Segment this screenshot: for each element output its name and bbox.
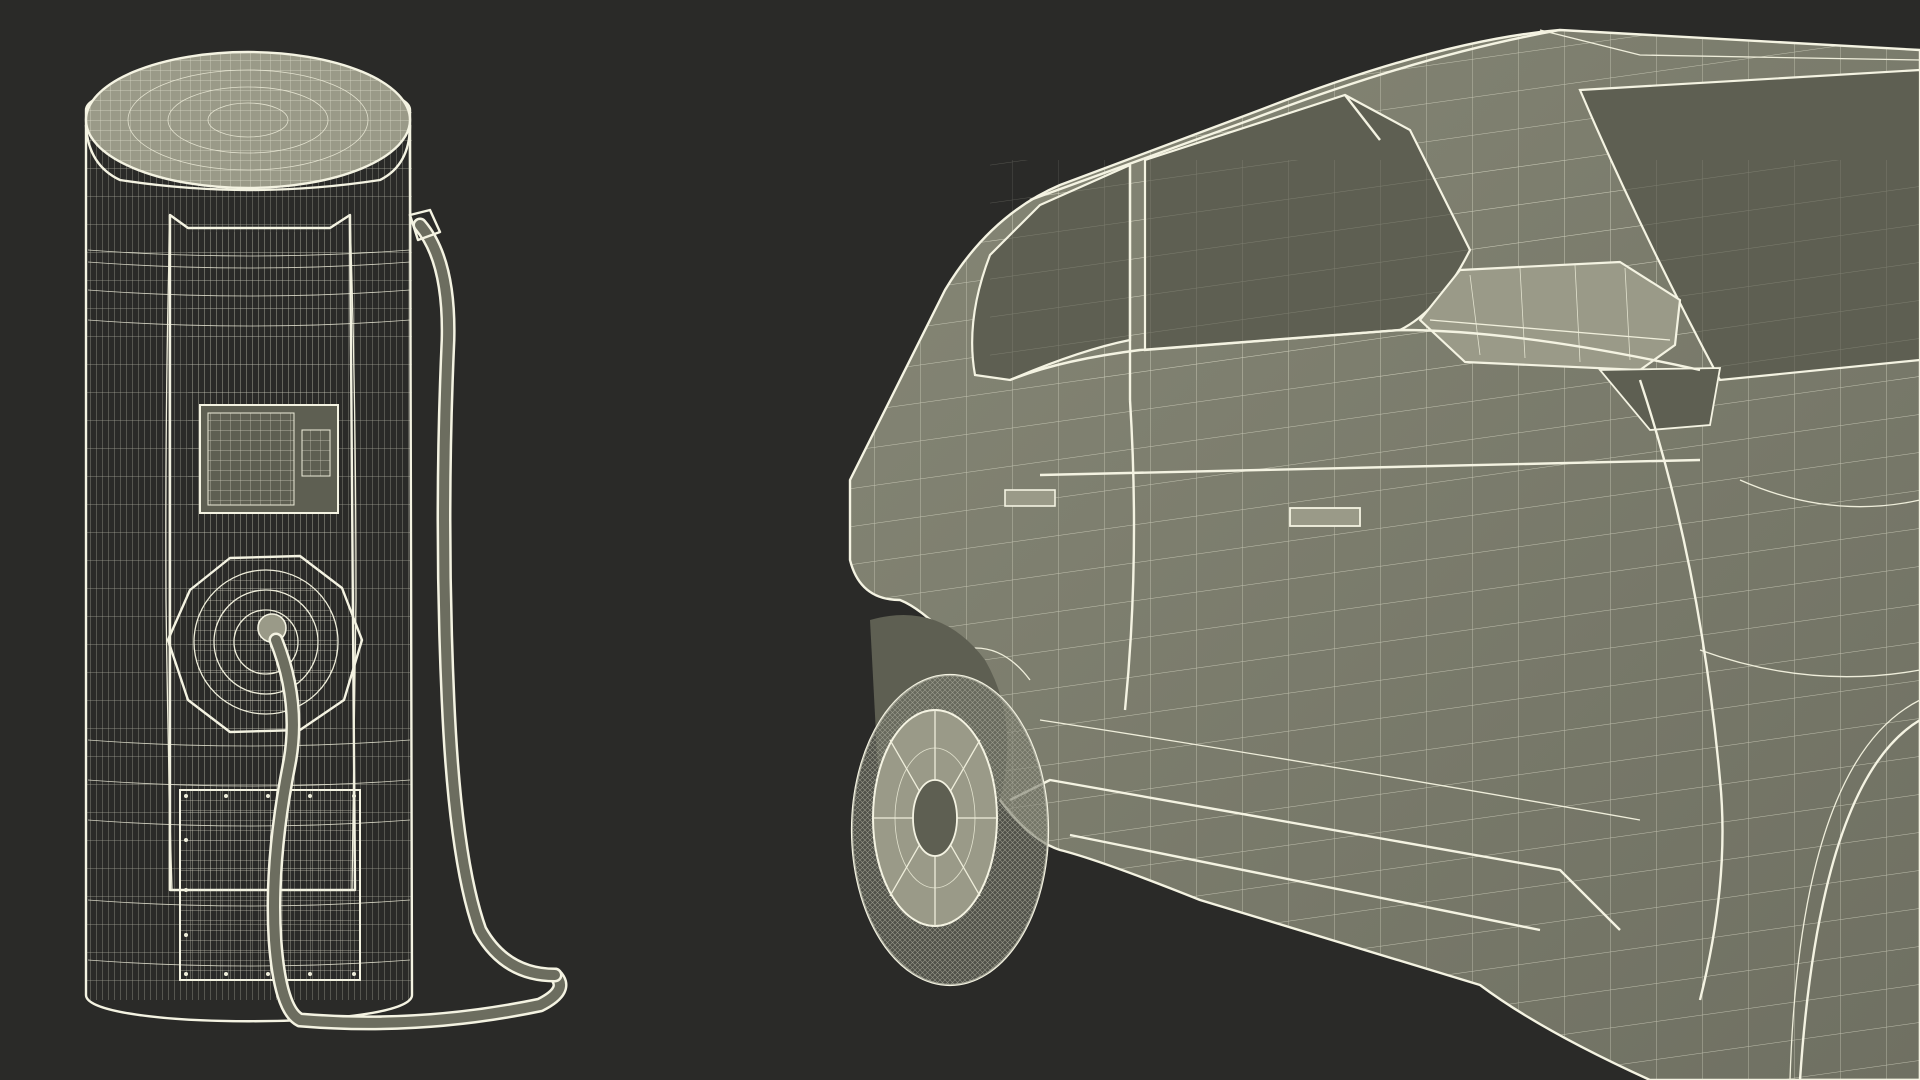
car-door-handle	[1289, 507, 1361, 527]
wireframe-render-scene	[0, 0, 1920, 1080]
charging-station	[84, 50, 568, 1031]
electric-car	[848, 28, 1920, 1080]
charger-display-screen	[199, 404, 339, 514]
